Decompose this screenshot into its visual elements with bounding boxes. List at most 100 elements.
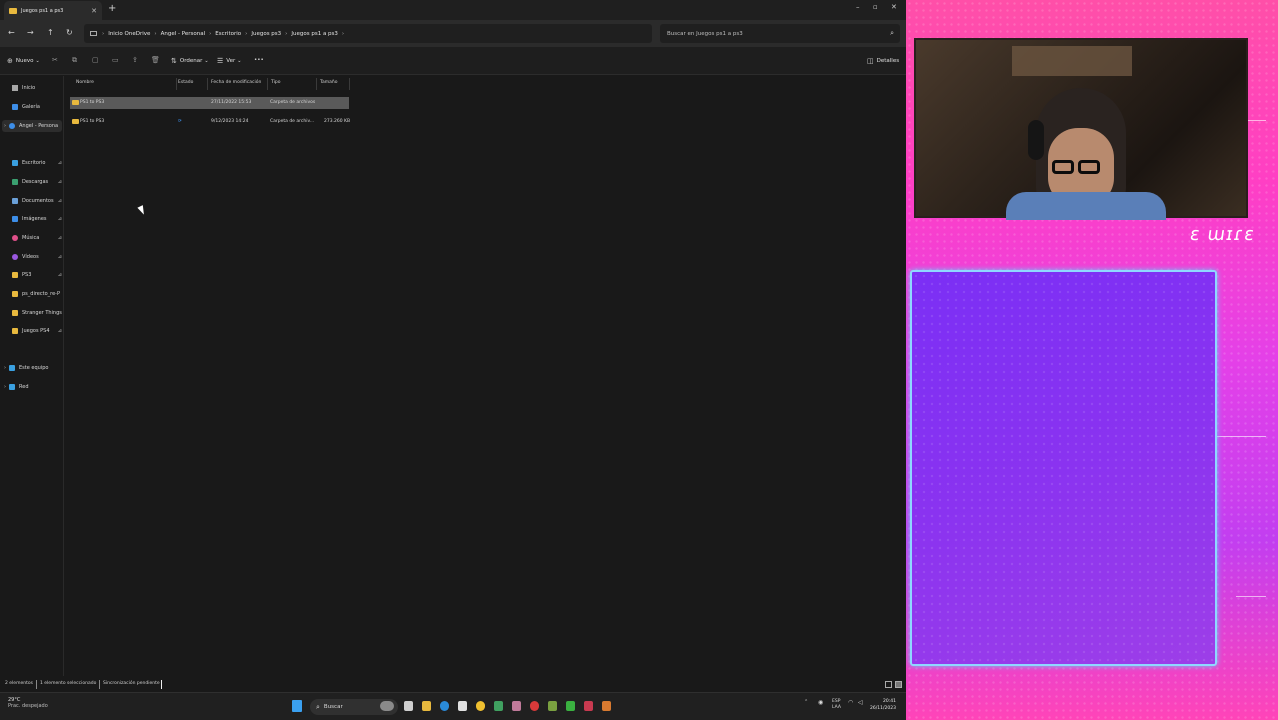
back-icon[interactable]: ← — [8, 28, 15, 37]
share-icon[interactable]: ⇪ — [132, 56, 138, 64]
app-icon[interactable] — [548, 701, 557, 711]
folder-icon — [12, 328, 18, 334]
delete-icon[interactable]: 🗑 — [151, 56, 160, 64]
refresh-icon[interactable]: ↻ — [66, 28, 73, 37]
tab-close-icon[interactable]: ✕ — [91, 7, 97, 15]
cut-icon[interactable]: ✂ — [52, 56, 58, 64]
sidebar-item-ps-directo[interactable]: ps_directo_re-P — [12, 288, 62, 300]
column-divider[interactable] — [267, 78, 268, 90]
clock[interactable]: 20:41 26/11/2023 — [870, 698, 896, 712]
sidebar-item-descargas[interactable]: Descargas ⊿ — [12, 176, 62, 188]
sidebar-item-imagenes[interactable]: Imágenes ⊿ — [12, 213, 62, 225]
notepad-icon[interactable] — [458, 701, 467, 711]
pin-icon: ⊿ — [57, 179, 62, 185]
new-button[interactable]: ⊕ Nuevo ⌄ — [7, 57, 40, 65]
clock-date: 26/11/2023 — [870, 706, 896, 711]
sidebar-item-stranger-things[interactable]: Stranger Things P — [12, 307, 62, 319]
column-header-tipo[interactable]: Tipo — [271, 80, 280, 85]
screen: Juegos ps1 a ps3 ✕ + – ▫ ✕ ← → ↑ ↻ › Ini… — [0, 0, 1278, 720]
breadcrumb-onedrive[interactable]: Inicio OneDrive — [108, 31, 150, 37]
item-count: 2 elementos — [5, 681, 33, 686]
sidebar-item-onedrive[interactable]: › Angel - Persona — [2, 120, 62, 132]
view-button[interactable]: ☰ Ver ⌄ — [217, 57, 241, 65]
sidebar-item-musica[interactable]: Música ⊿ — [12, 232, 62, 244]
edge-icon[interactable] — [440, 701, 449, 711]
volume-icon[interactable]: ◁ — [858, 699, 863, 706]
app-icon[interactable] — [494, 701, 503, 711]
sync-pending-icon: ⟳ — [178, 119, 182, 124]
sidebar-item-galeria[interactable]: Galería — [12, 101, 62, 113]
file-row[interactable]: PS1 to PS3 27/11/2022 15:53 Carpeta de a… — [70, 97, 349, 109]
app-icon[interactable] — [602, 701, 611, 711]
column-divider[interactable] — [349, 78, 350, 90]
sidebar-item-juegos-ps4[interactable]: Juegos PS4 ⊿ — [12, 325, 62, 337]
tiles-view-icon[interactable] — [895, 681, 902, 688]
chevron-right-icon[interactable]: › — [4, 123, 6, 129]
breadcrumb-escritorio[interactable]: Escritorio — [215, 31, 241, 37]
sidebar-item-ps3[interactable]: PS3 ⊿ — [12, 269, 62, 281]
sidebar-item-label: Red — [19, 384, 29, 390]
maximize-button[interactable]: ▫ — [873, 3, 878, 11]
file-explorer-icon[interactable] — [422, 701, 431, 711]
breadcrumb-juegos-ps1-ps3[interactable]: Juegos ps1 a ps3 — [291, 31, 338, 37]
paste-icon[interactable]: ▢ — [92, 56, 99, 64]
chrome-icon[interactable] — [476, 701, 485, 711]
chevron-right-icon[interactable]: › — [4, 384, 6, 390]
column-header-fecha[interactable]: Fecha de modificación — [211, 80, 261, 85]
breadcrumb-juegos-ps3[interactable]: Juegos ps3 — [251, 31, 281, 37]
details-view-icon[interactable] — [885, 681, 892, 688]
new-tab-button[interactable]: + — [108, 3, 116, 14]
folder-icon — [72, 100, 79, 105]
sidebar-item-videos[interactable]: Vídeos ⊿ — [12, 251, 62, 263]
app-icon[interactable] — [530, 701, 539, 711]
file-row[interactable]: PS1 to PS3 ⟳ 9/12/2023 14:24 Carpeta de … — [70, 116, 350, 128]
forward-icon[interactable]: → — [27, 28, 34, 37]
pin-icon: ⊿ — [57, 328, 62, 334]
music-icon — [12, 235, 18, 241]
task-view-icon[interactable] — [404, 701, 413, 711]
tab-juegos[interactable]: Juegos ps1 a ps3 ✕ — [4, 1, 102, 20]
sidebar-item-label: Inicio — [22, 85, 36, 91]
taskbar: 29°C Prac. despejado ⌕ Buscar ⌃ ◉ ESP LA… — [0, 692, 906, 720]
language-indicator[interactable]: ESP LAA — [832, 699, 841, 711]
column-divider[interactable] — [207, 78, 208, 90]
copy-icon[interactable]: ⧉ — [72, 56, 77, 65]
wifi-icon[interactable]: ◠ — [848, 699, 853, 706]
column-divider[interactable] — [176, 78, 177, 90]
play-icon[interactable] — [566, 701, 575, 711]
column-header-tamano[interactable]: Tamaño — [320, 80, 338, 85]
stream-overlay: ɛ ɯɪɾɛ — [906, 0, 1278, 720]
chevron-up-icon[interactable]: ⌃ — [804, 699, 808, 705]
command-bar: ⊕ Nuevo ⌄ ✂ ⧉ ▢ ▭ ⇪ 🗑 ⇅ Ordenar ⌄ ☰ Ver … — [0, 47, 906, 75]
tray-app-icon[interactable]: ◉ — [818, 699, 823, 706]
sidebar-item-este-equipo[interactable]: › Este equipo — [4, 362, 54, 374]
sidebar-item-escritorio[interactable]: Escritorio ⊿ — [12, 157, 62, 169]
pin-icon: ⊿ — [57, 254, 62, 260]
close-window-button[interactable]: ✕ — [891, 3, 897, 11]
more-options-button[interactable]: ••• — [254, 57, 264, 63]
sort-button[interactable]: ⇅ Ordenar ⌄ — [171, 57, 209, 65]
more-label: ••• — [254, 57, 264, 63]
title-bar: Juegos ps1 a ps3 ✕ + – ▫ ✕ — [0, 0, 906, 20]
app-icon[interactable] — [512, 701, 521, 711]
weather-widget[interactable]: 29°C Prac. despejado — [8, 697, 48, 709]
sidebar-item-inicio[interactable]: Inicio — [12, 82, 62, 94]
address-bar[interactable]: › Inicio OneDrive › Angel - Personal › E… — [84, 24, 652, 43]
column-divider[interactable] — [316, 78, 317, 90]
folder-icon — [72, 119, 79, 124]
search-input[interactable]: Buscar en Juegos ps1 a ps3 ⌕ — [660, 24, 900, 43]
rename-icon[interactable]: ▭ — [112, 56, 119, 64]
breadcrumb-angel[interactable]: Angel - Personal — [161, 31, 206, 37]
sidebar-item-red[interactable]: › Red — [4, 381, 54, 393]
windows-start-icon[interactable] — [292, 700, 302, 712]
chevron-right-icon[interactable]: › — [4, 365, 6, 371]
column-header-nombre[interactable]: Nombre — [76, 80, 94, 85]
column-header-estado[interactable]: Estado — [178, 80, 193, 85]
copilot-icon[interactable] — [380, 701, 394, 711]
details-button[interactable]: ◫ Detalles — [867, 57, 899, 65]
minimize-button[interactable]: – — [856, 3, 860, 11]
taskbar-search-label: Buscar — [323, 704, 343, 710]
sidebar-item-documentos[interactable]: Documentos ⊿ — [12, 195, 62, 207]
app-icon[interactable] — [584, 701, 593, 711]
up-icon[interactable]: ↑ — [47, 28, 54, 37]
